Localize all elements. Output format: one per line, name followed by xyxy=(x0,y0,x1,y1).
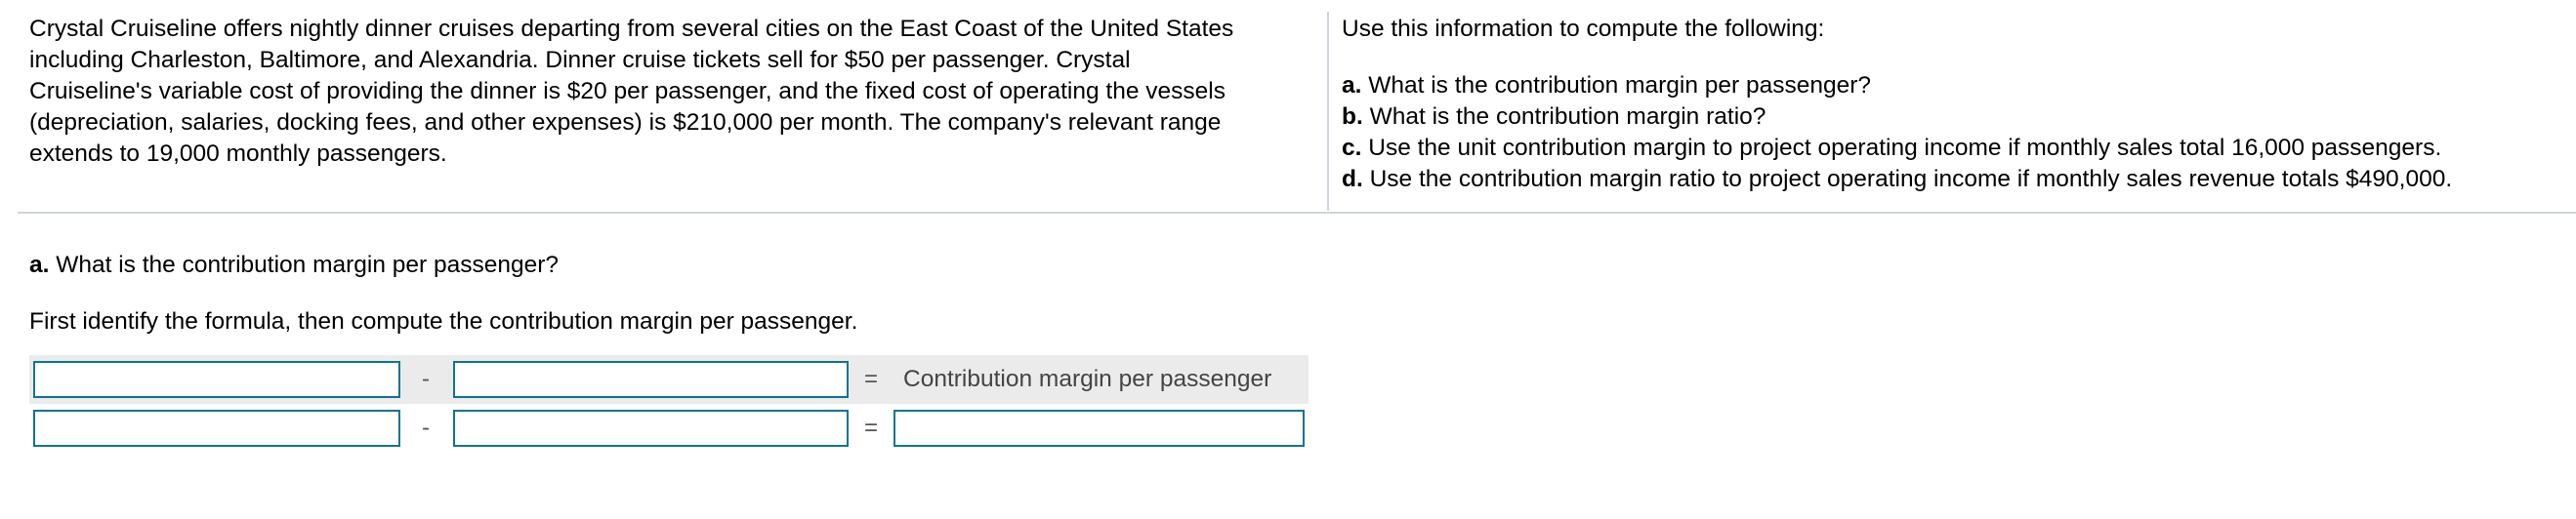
question-letter: a. xyxy=(29,252,50,278)
equals-operator: = xyxy=(864,366,879,392)
task-letter: b. xyxy=(1342,103,1363,130)
task-item-b: b. What is the contribution margin ratio… xyxy=(1342,101,2452,133)
answer-first-value-input[interactable] xyxy=(33,410,400,447)
task-text: Use the unit contribution margin to proj… xyxy=(1361,135,2442,161)
minus-operator: - xyxy=(422,366,430,392)
task-item-d: d. Use the contribution margin ratio to … xyxy=(1342,164,2452,195)
problem-statement: Crystal Cruiseline offers nightly dinner… xyxy=(29,14,1318,170)
minus-operator: - xyxy=(422,415,430,441)
task-letter: c. xyxy=(1342,135,1362,161)
task-list-lead: Use this information to compute the foll… xyxy=(1342,16,1825,42)
question-title: a. What is the contribution margin per p… xyxy=(29,250,559,281)
problem-line: extends to 19,000 monthly passengers. xyxy=(29,140,447,167)
task-text: What is the contribution margin ratio? xyxy=(1362,103,1766,130)
task-text: Use the contribution margin ratio to pro… xyxy=(1362,166,2453,192)
section-divider xyxy=(18,212,2576,214)
formula-second-term-input[interactable] xyxy=(453,361,849,398)
answer-second-value-input[interactable] xyxy=(453,410,849,447)
task-text: What is the contribution margin per pass… xyxy=(1361,72,1872,99)
task-item-c: c. Use the unit contribution margin to p… xyxy=(1342,133,2452,164)
formula-first-term-input[interactable] xyxy=(33,361,400,398)
task-list: Use this information to compute the foll… xyxy=(1342,14,2452,195)
question-text: What is the contribution margin per pass… xyxy=(49,252,560,278)
column-divider xyxy=(1327,12,1329,211)
task-item-a: a. What is the contribution margin per p… xyxy=(1342,70,2452,101)
formula-row: - = Contribution margin per passenger xyxy=(29,355,1309,404)
question-instruction: First identify the formula, then compute… xyxy=(29,308,858,335)
problem-line: Crystal Cruiseline offers nightly dinner… xyxy=(29,16,1234,42)
problem-line: (depreciation, salaries, docking fees, a… xyxy=(29,109,1222,136)
problem-line: Cruiseline's variable cost of providing … xyxy=(29,78,1226,104)
equals-operator: = xyxy=(864,415,879,441)
formula-result-label: Contribution margin per passenger xyxy=(903,366,1272,392)
contribution-margin-result-input[interactable] xyxy=(893,410,1305,447)
task-letter: a. xyxy=(1342,72,1362,99)
task-letter: d. xyxy=(1342,166,1363,192)
answer-row: - = xyxy=(29,404,1309,453)
problem-line: including Charleston, Baltimore, and Ale… xyxy=(29,47,1131,73)
